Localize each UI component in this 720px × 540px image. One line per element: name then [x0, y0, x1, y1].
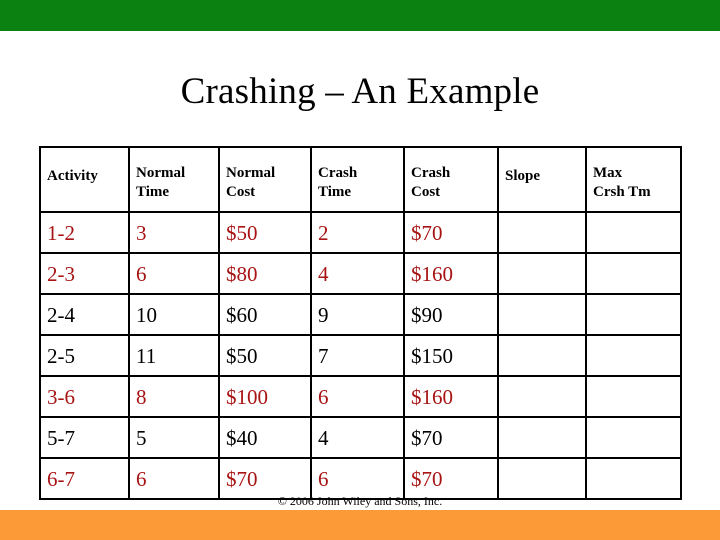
cell-crash-time: 6	[310, 457, 405, 500]
cell-slope	[497, 457, 587, 500]
table-header: Activity Normal Time Normal Cost Crash Time Cra…	[39, 146, 682, 213]
cell-normal-cost: $100	[218, 375, 312, 418]
cell-max-crsh-tm	[585, 211, 682, 254]
column-header-max-crsh-tm: Max Crsh Tm	[585, 146, 682, 213]
cell-crash-cost: $160	[403, 252, 499, 295]
cell-normal-time: 5	[128, 416, 220, 459]
cell-max-crsh-tm	[585, 375, 682, 418]
cell-activity: 1-2	[39, 211, 130, 254]
cell-crash-time: 7	[310, 334, 405, 377]
table-row: 6-7 6 $70 6 $70	[39, 457, 682, 500]
cell-crash-cost: $150	[403, 334, 499, 377]
column-header-line1: Max	[593, 164, 623, 181]
column-header-line1: Normal	[136, 164, 186, 181]
cell-slope	[497, 252, 587, 295]
slide-top-banner	[0, 0, 720, 31]
cell-normal-cost: $50	[218, 211, 312, 254]
slide-canvas: Crashing – An Example Activity Normal Time…	[0, 0, 720, 540]
table-row: 1-2 3 $50 2 $70	[39, 211, 682, 254]
cell-crash-cost: $70	[403, 457, 499, 500]
cell-slope	[497, 211, 587, 254]
cell-normal-time: 8	[128, 375, 220, 418]
cell-normal-time: 3	[128, 211, 220, 254]
cell-normal-time: 10	[128, 293, 220, 336]
cell-activity: 2-5	[39, 334, 130, 377]
cell-crash-time: 4	[310, 416, 405, 459]
cell-crash-time: 6	[310, 375, 405, 418]
cell-crash-cost: $70	[403, 211, 499, 254]
cell-slope	[497, 293, 587, 336]
table-row: 2-3 6 $80 4 $160	[39, 252, 682, 295]
copyright-notice: © 2006 John Wiley and Sons, Inc.	[277, 494, 443, 508]
column-header-line2: Time	[136, 183, 170, 200]
column-header-crash-cost: Crash Cost	[403, 146, 499, 213]
column-header-normal-cost: Normal Cost	[218, 146, 312, 213]
cell-normal-cost: $70	[218, 457, 312, 500]
table-row: 2-4 10 $60 9 $90	[39, 293, 682, 336]
table-row: 5-7 5 $40 4 $70	[39, 416, 682, 459]
cell-normal-cost: $60	[218, 293, 312, 336]
cell-max-crsh-tm	[585, 334, 682, 377]
cell-slope	[497, 334, 587, 377]
cell-normal-time: 6	[128, 252, 220, 295]
crashing-data-table: Activity Normal Time Normal Cost Crash Time Cra…	[39, 146, 682, 500]
cell-normal-cost: $80	[218, 252, 312, 295]
cell-max-crsh-tm	[585, 252, 682, 295]
page-title: Crashing – An Example	[180, 71, 540, 112]
cell-normal-time: 6	[128, 457, 220, 500]
column-header-line2: Cost	[226, 183, 256, 200]
cell-normal-time: 11	[128, 334, 220, 377]
table-row: 3-6 8 $100 6 $160	[39, 375, 682, 418]
cell-activity: 2-4	[39, 293, 130, 336]
cell-crash-time: 2	[310, 211, 405, 254]
column-header-line1: Normal	[226, 164, 276, 181]
cell-crash-cost: $160	[403, 375, 499, 418]
cell-crash-time: 9	[310, 293, 405, 336]
column-header-line1: Crash	[411, 164, 451, 181]
column-header-line1: Crash	[318, 164, 358, 181]
cell-normal-cost: $40	[218, 416, 312, 459]
column-header-crash-time: Crash Time	[310, 146, 405, 213]
slide-bottom-banner	[0, 510, 720, 540]
cell-crash-cost: $90	[403, 293, 499, 336]
column-header-normal-time: Normal Time	[128, 146, 220, 213]
table-header-row: Activity Normal Time Normal Cost Crash Time Cra…	[39, 146, 682, 213]
cell-slope	[497, 375, 587, 418]
table-body: 1-2 3 $50 2 $70 2-3 6 $80 4 $160 2-4 10 $60 9 $90 2-5 11…	[39, 211, 682, 500]
column-header-activity: Activity	[39, 146, 130, 213]
column-header-line2: Crsh Tm	[593, 183, 651, 200]
cell-activity: 5-7	[39, 416, 130, 459]
table-row: 2-5 11 $50 7 $150	[39, 334, 682, 377]
column-header-line2: Time	[318, 183, 352, 200]
column-header-slope: Slope	[497, 146, 587, 213]
cell-max-crsh-tm	[585, 457, 682, 500]
cell-crash-time: 4	[310, 252, 405, 295]
cell-normal-cost: $50	[218, 334, 312, 377]
cell-activity: 3-6	[39, 375, 130, 418]
column-header-line2: Cost	[411, 183, 441, 200]
cell-max-crsh-tm	[585, 416, 682, 459]
cell-activity: 2-3	[39, 252, 130, 295]
cell-crash-cost: $70	[403, 416, 499, 459]
cell-activity: 6-7	[39, 457, 130, 500]
cell-slope	[497, 416, 587, 459]
cell-max-crsh-tm	[585, 293, 682, 336]
